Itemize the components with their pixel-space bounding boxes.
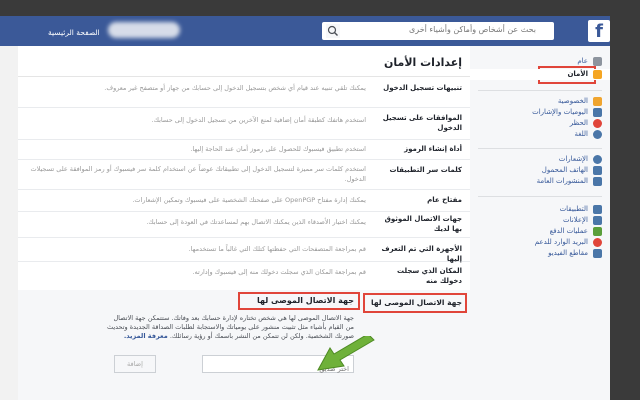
sidebar-item-label: مقاطع الفيديو: [548, 249, 588, 257]
row-description: قم بمراجعة المكان الذي سجلت دخولك منه إل…: [192, 268, 366, 276]
settings-row-public-key[interactable]: مفتاح عام يمكنك إدارة مفتاح OpenPGP على …: [18, 189, 470, 212]
sidebar-item-timeline[interactable]: اليوميات والإشارات: [470, 107, 610, 118]
sidebar-item-public-posts[interactable]: المنشورات العامة: [470, 176, 610, 187]
row-label: الموافقات على تسجيل الدخول: [382, 114, 462, 132]
sidebar-item-ads[interactable]: الإعلانات: [470, 215, 610, 226]
profile-name-blurred[interactable]: [108, 22, 180, 38]
sidebar-item-support-inbox[interactable]: البريد الوارد للدعم: [470, 237, 610, 248]
sidebar-item-videos[interactable]: مقاطع الفيديو: [470, 248, 610, 259]
right-background: [610, 0, 640, 400]
row-description: استخدم هاتفك كطبقة أمان إضافية لمنع الآخ…: [151, 116, 366, 124]
sidebar-group-apps: التطبيقات الإعلانات عمليات الدفع البريد …: [470, 204, 610, 259]
home-link[interactable]: الصفحة الرئيسية: [48, 28, 100, 37]
settings-row-login-approvals[interactable]: الموافقات على تسجيل الدخول استخدم هاتفك …: [18, 107, 470, 140]
block-icon: [593, 119, 602, 128]
settings-sidebar: عام الأمان الخصوصية اليوميات والإشارات ا…: [470, 46, 610, 400]
settings-row-code-generator[interactable]: أداة إنشاء الرموز استخدم تطبيق فيسبوك لل…: [18, 139, 470, 160]
left-strip: [0, 46, 18, 400]
sidebar-item-label: الحظر: [569, 119, 588, 127]
search-box[interactable]: بحث عن أشخاص وأماكن وأشياء أخرى: [322, 22, 554, 40]
sidebar-item-label: عمليات الدفع: [549, 227, 588, 235]
sidebar-group-account: عام الأمان: [470, 56, 610, 80]
row-label: أداة إنشاء الرموز: [404, 145, 462, 153]
sidebar-item-general[interactable]: عام: [470, 56, 610, 67]
sidebar-divider: [478, 148, 602, 149]
sidebar-item-payments[interactable]: عمليات الدفع: [470, 226, 610, 237]
gear-icon: [593, 57, 602, 66]
sidebar-item-notifications[interactable]: الإشعارات: [470, 154, 610, 165]
settings-row-recognized-devices[interactable]: الأجهزة التي تم التعرف إليها قم بمراجعة …: [18, 237, 470, 263]
sidebar-item-label: الهاتف المحمول: [541, 166, 588, 174]
row-description: استخدم كلمات سر مميزة لتسجيل الدخول إلى …: [30, 165, 366, 183]
row-label: مفتاح عام: [427, 196, 462, 204]
sidebar-item-label: الخصوصية: [557, 97, 588, 105]
settings-row-where-logged-in[interactable]: المكان الذي سجلت دخولك منه قم بمراجعة ال…: [18, 261, 470, 291]
sidebar-item-label: الإعلانات: [563, 216, 588, 224]
sidebar-divider: [478, 196, 602, 197]
row-label: تنبيهات تسجيل الدخول: [383, 84, 462, 92]
row-label: جهات الاتصال الموثوق بها لديك: [384, 215, 462, 233]
sidebar-item-label: عام: [577, 57, 588, 65]
globe-icon: [593, 130, 602, 139]
ads-icon: [593, 216, 602, 225]
sidebar-item-security[interactable]: الأمان: [470, 69, 610, 80]
legacy-contact-heading: جهة الاتصال الموصى لها: [256, 296, 354, 305]
green-arrow-icon: [317, 336, 375, 371]
sidebar-item-privacy[interactable]: الخصوصية: [470, 96, 610, 107]
sidebar-divider: [478, 90, 602, 91]
row-description: يمكنك إدارة مفتاح OpenPGP على صفحتك الشخ…: [132, 196, 366, 204]
settings-row-login-alerts[interactable]: تنبيهات تسجيل الدخول يمكنك تلقي تنبيه عن…: [18, 77, 470, 108]
settings-row-trusted-contacts[interactable]: جهات الاتصال الموثوق بها لديك يمكنك اختي…: [18, 211, 470, 238]
phone-icon: [593, 166, 602, 175]
add-button[interactable]: إضافة: [114, 355, 156, 373]
sidebar-item-language[interactable]: اللغة: [470, 129, 610, 140]
lock-icon: [593, 97, 602, 106]
sidebar-item-apps[interactable]: التطبيقات: [470, 204, 610, 215]
sidebar-group-privacy: الخصوصية اليوميات والإشارات الحظر اللغة: [470, 96, 610, 140]
row-description: استخدم تطبيق فيسبوك للحصول على رموز أمان…: [190, 145, 366, 153]
video-icon: [593, 249, 602, 258]
row-label: كلمات سر التطبيقات: [389, 166, 462, 174]
sidebar-item-mobile[interactable]: الهاتف المحمول: [470, 165, 610, 176]
top-bar: f بحث عن أشخاص وأماكن وأشياء أخرى الصفحة…: [0, 16, 610, 46]
row-description: قم بمراجعة المتصفحات التي حفظتها كتلك ال…: [188, 245, 366, 253]
sidebar-item-label: البريد الوارد للدعم: [534, 238, 588, 246]
sidebar-item-blocking[interactable]: الحظر: [470, 118, 610, 129]
sidebar-item-label: التطبيقات: [559, 205, 588, 213]
row-description: يمكنك تلقي تنبيه عند قيام أي شخص بتسجيل …: [104, 84, 366, 92]
page-title: إعدادات الأمان: [384, 56, 462, 69]
row-label: المكان الذي سجلت دخولك منه: [397, 267, 462, 285]
search-placeholder[interactable]: بحث عن أشخاص وأماكن وأشياء أخرى: [409, 25, 536, 34]
sidebar-group-notifications: الإشعارات الهاتف المحمول المنشورات العام…: [470, 154, 610, 187]
sidebar-item-label: الأمان: [567, 70, 588, 78]
learn-more-link[interactable]: معرفة المزيد.: [124, 332, 168, 340]
sidebar-item-label: اللغة: [574, 130, 588, 138]
support-icon: [593, 238, 602, 247]
sidebar-item-label: المنشورات العامة: [536, 177, 588, 185]
sidebar-item-label: اليوميات والإشارات: [532, 108, 588, 116]
payments-icon: [593, 227, 602, 236]
legacy-contact-section: جهة الاتصال الموصى لها جهة الاتصال الموص…: [18, 290, 470, 400]
rss-icon: [593, 177, 602, 186]
globe-icon: [593, 155, 602, 164]
security-settings-panel: إعدادات الأمان تنبيهات تسجيل الدخول يمكن…: [18, 46, 471, 400]
sidebar-item-label: الإشعارات: [558, 155, 588, 163]
shield-icon: [593, 70, 602, 79]
apps-icon: [593, 205, 602, 214]
facebook-logo[interactable]: f: [588, 20, 610, 42]
search-icon[interactable]: [326, 24, 340, 38]
row-description: يمكنك اختيار الأصدقاء الذين يمكنك الاتصا…: [146, 218, 366, 226]
timeline-icon: [593, 108, 602, 117]
settings-row-app-passwords[interactable]: كلمات سر التطبيقات استخدم كلمات سر مميزة…: [18, 159, 470, 190]
legacy-contact-label[interactable]: جهة الاتصال الموصى لها: [370, 298, 462, 307]
